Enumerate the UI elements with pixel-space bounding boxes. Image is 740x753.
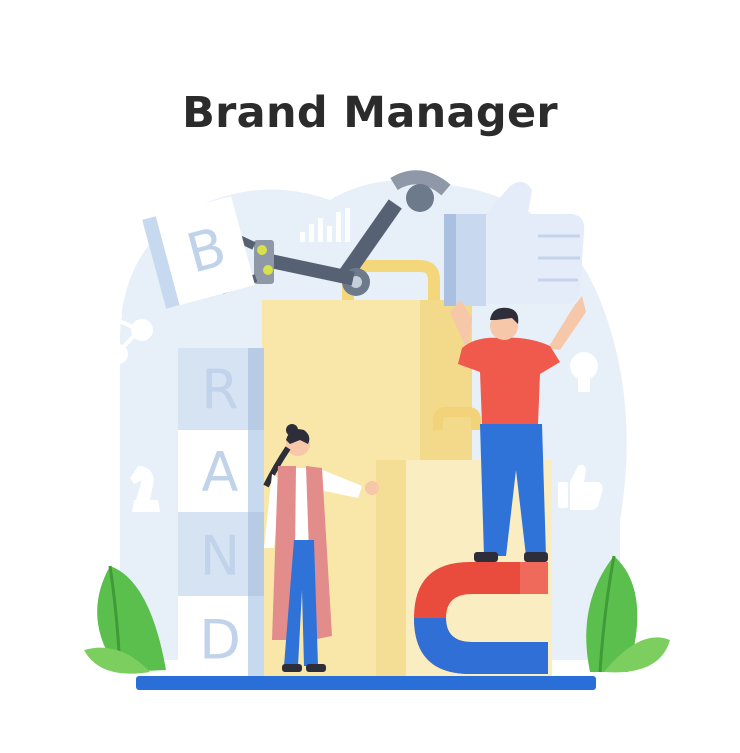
- block-letter-r: R: [201, 359, 239, 422]
- block-stack: R A N D: [178, 348, 264, 680]
- block-letter-a: A: [202, 441, 239, 504]
- illustration: B R A N D: [84, 170, 670, 690]
- block-letter-n: N: [200, 525, 240, 588]
- block-letter-d: D: [199, 609, 241, 672]
- floor-bar: [136, 676, 596, 690]
